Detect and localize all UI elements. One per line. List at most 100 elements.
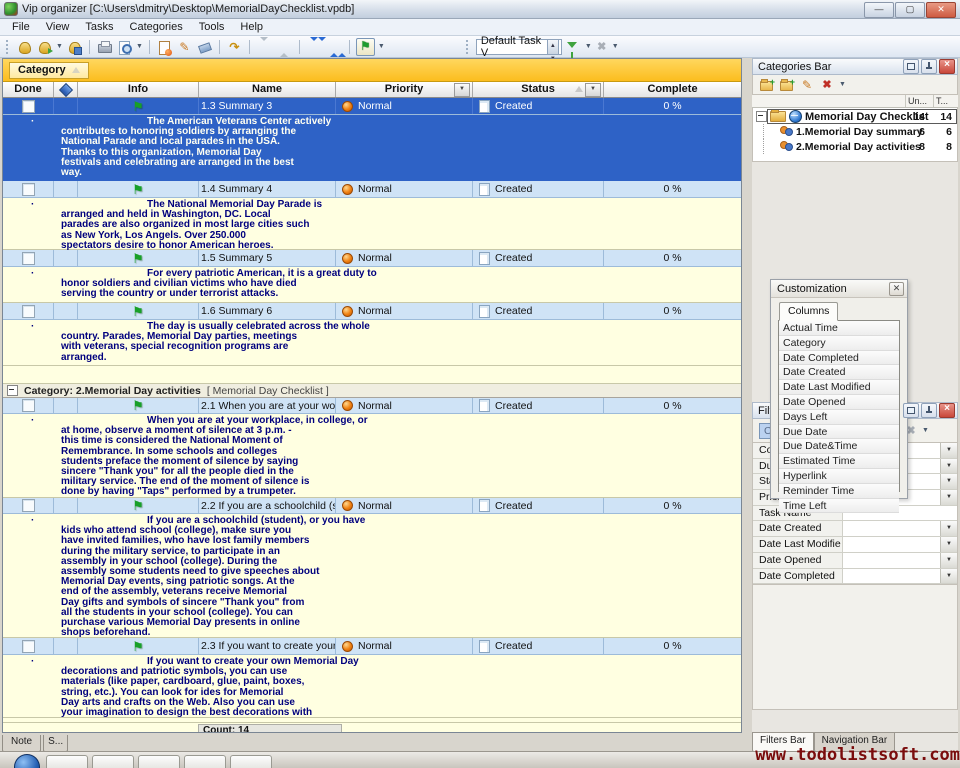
task-note[interactable]: · If you are a schoolchild (student), or… — [3, 514, 741, 638]
delete-category-icon[interactable]: ✖ — [819, 78, 835, 92]
minimize-button[interactable]: — — [864, 2, 894, 18]
taskbar-button[interactable] — [138, 755, 180, 768]
tree-row-category[interactable]: 1.Memorial Day summary 66 — [753, 124, 957, 139]
done-checkbox[interactable] — [22, 640, 35, 653]
tab-columns[interactable]: Columns — [779, 302, 838, 321]
filter-dropdown-button[interactable]: ▼ — [940, 537, 957, 552]
task-row[interactable]: ⚑ 2.2 If you are a schoolchild (student)… — [3, 498, 741, 514]
column-item[interactable]: Estimated Time — [779, 454, 899, 469]
collapse-all-icon[interactable] — [326, 39, 343, 55]
open-database-icon[interactable] — [36, 39, 53, 55]
task-row[interactable]: ⚑ 2.1 When you are at your workplace, No… — [3, 398, 741, 414]
header-name[interactable]: Name — [199, 82, 336, 97]
panel-close-icon[interactable] — [939, 59, 955, 74]
menu-tools[interactable]: Tools — [191, 20, 233, 34]
menu-categories[interactable]: Categories — [122, 20, 191, 34]
column-item[interactable]: Category — [779, 336, 899, 351]
done-checkbox[interactable] — [22, 252, 35, 265]
hyperlink-icon[interactable]: ↷ — [226, 39, 243, 55]
new-database-icon[interactable] — [16, 39, 33, 55]
column-item[interactable]: Due Date&Time — [779, 439, 899, 454]
task-note[interactable]: · When you are at your workplace, in col… — [3, 414, 741, 498]
close-button[interactable]: ✕ — [926, 2, 956, 18]
panel-restore-icon[interactable] — [903, 403, 919, 418]
clear-view-icon[interactable]: ✖ — [595, 39, 609, 55]
priority-filter-dropdown[interactable]: ▼ — [454, 83, 470, 97]
task-note[interactable]: · The American Veterans Center actively … — [3, 115, 741, 181]
flag-dropdown-icon[interactable]: ▼ — [378, 43, 385, 50]
header-priority-flag[interactable] — [54, 82, 78, 97]
edit-task-icon[interactable]: ✎ — [176, 39, 193, 55]
filter-value[interactable] — [843, 537, 940, 552]
category-group-row[interactable]: Category: 2.Memorial Day activities [ Me… — [3, 384, 741, 398]
toolbar-overflow-icon[interactable]: ▼ — [612, 43, 619, 50]
header-done[interactable]: Done — [3, 82, 54, 97]
filter-value[interactable] — [843, 521, 940, 536]
edit-category-icon[interactable]: ✎ — [799, 78, 815, 92]
taskbar-button[interactable] — [230, 755, 272, 768]
filter-dropdown-button[interactable]: ▼ — [940, 443, 957, 458]
column-item[interactable]: Date Completed — [779, 351, 899, 366]
tab-note[interactable]: Note — [2, 735, 41, 752]
column-item[interactable]: Reminder Time — [779, 484, 899, 499]
task-row[interactable]: ⚑ 1.5 Summary 5 Normal Created 0 % — [3, 250, 741, 267]
flag-filter-icon[interactable]: ⚑ — [356, 38, 375, 56]
filter-value[interactable] — [843, 553, 940, 568]
done-checkbox[interactable] — [22, 100, 35, 113]
collapse-group-icon[interactable] — [7, 385, 18, 396]
panel-close-icon[interactable] — [939, 403, 955, 418]
move-down-icon[interactable] — [256, 39, 273, 55]
tree-row-root[interactable]: Memorial Day Checklist 1414 — [753, 109, 957, 124]
column-item[interactable]: Time Left — [779, 499, 899, 514]
column-item[interactable]: Days Left — [779, 410, 899, 425]
task-row[interactable]: ⚑ 1.6 Summary 6 Normal Created 0 % — [3, 303, 741, 320]
taskbar-button[interactable] — [46, 755, 88, 768]
tree-row-category[interactable]: 2.Memorial Day activities 88 — [753, 139, 957, 154]
task-note[interactable]: · If you want to create your own Memoria… — [3, 655, 741, 718]
filter-dropdown-button[interactable]: ▼ — [940, 569, 957, 584]
save-database-icon[interactable] — [66, 39, 83, 55]
menu-help[interactable]: Help — [232, 20, 271, 34]
group-by-category-button[interactable]: Category — [9, 62, 89, 79]
filter-dropdown-button[interactable]: ▼ — [940, 459, 957, 474]
print-preview-icon[interactable] — [116, 39, 133, 55]
print-dropdown-icon[interactable]: ▼ — [136, 43, 143, 50]
col-unread[interactable]: Un... — [906, 95, 934, 107]
categories-overflow-icon[interactable]: ▼ — [839, 81, 846, 88]
filter-dropdown-button[interactable]: ▼ — [940, 474, 957, 489]
header-complete[interactable]: Complete — [604, 82, 741, 97]
new-category-icon[interactable]: + — [759, 78, 775, 92]
task-row[interactable]: ⚑ 2.3 If you want to create your own Nor… — [3, 638, 741, 655]
column-item[interactable]: Date Last Modified — [779, 380, 899, 395]
toolbar-grip[interactable] — [466, 40, 471, 54]
column-item[interactable]: Date Created — [779, 365, 899, 380]
move-up-icon[interactable] — [276, 39, 293, 55]
tree-collapse-icon[interactable] — [756, 111, 767, 122]
task-note[interactable]: · The National Memorial Day Parade is ar… — [3, 198, 741, 250]
maximize-button[interactable]: ▢ — [895, 2, 925, 18]
open-dropdown-icon[interactable]: ▼ — [56, 43, 63, 50]
dialog-close-icon[interactable]: ✕ — [889, 282, 904, 296]
menu-view[interactable]: View — [38, 20, 78, 34]
panel-restore-icon[interactable] — [903, 59, 919, 74]
column-item[interactable]: Actual Time — [779, 321, 899, 336]
menu-file[interactable]: File — [4, 20, 38, 34]
filters-overflow-icon[interactable]: ▼ — [922, 427, 929, 434]
task-view-combo[interactable]: Default Task V ▲▼ — [476, 39, 562, 55]
taskbar-button[interactable] — [184, 755, 226, 768]
tab-s[interactable]: S... — [43, 735, 68, 752]
done-checkbox[interactable] — [22, 499, 35, 512]
header-status[interactable]: Status▼ — [473, 82, 604, 97]
toolbar-grip[interactable] — [6, 40, 11, 54]
column-item[interactable]: Date Opened — [779, 395, 899, 410]
task-note[interactable]: · The day is usually celebrated across t… — [3, 320, 741, 366]
filter-dropdown-button[interactable]: ▼ — [940, 490, 957, 505]
header-priority[interactable]: Priority▼ — [336, 82, 473, 97]
task-row[interactable]: ⚑ 1.4 Summary 4 Normal Created 0 % — [3, 181, 741, 198]
done-checkbox[interactable] — [22, 183, 35, 196]
col-total[interactable]: T... — [934, 95, 958, 107]
delete-task-icon[interactable] — [196, 39, 213, 55]
new-task-icon[interactable] — [156, 39, 173, 55]
expand-all-icon[interactable] — [306, 39, 323, 55]
filter-value[interactable] — [843, 569, 940, 584]
